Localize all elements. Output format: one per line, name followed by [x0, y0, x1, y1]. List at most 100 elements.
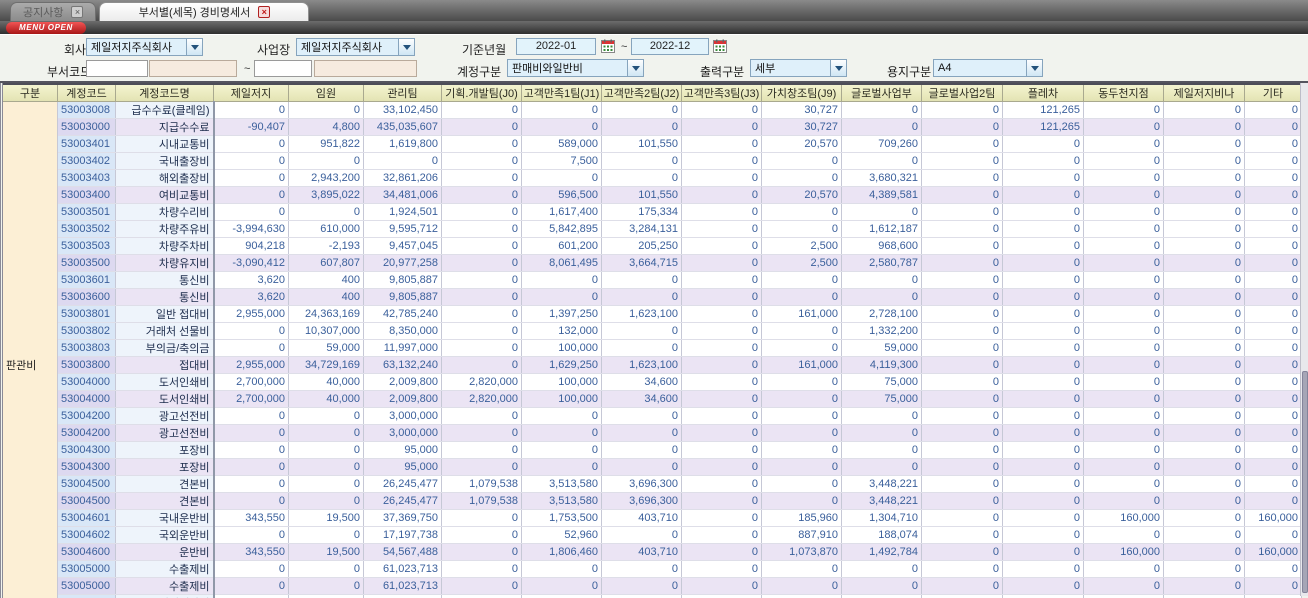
site-select[interactable]: 제일저지주식회사	[296, 38, 415, 56]
column-header[interactable]: 기획.개발팀(J0)	[441, 83, 522, 102]
account-row[interactable]: 53003402 국내출장비 0 0 0 0 7,500 0 0 0 0 0 0 0 0 0	[2, 152, 1302, 170]
amount-cell: 0	[213, 169, 289, 187]
column-header[interactable]: 동두천지점	[1083, 83, 1164, 102]
account-row[interactable]: 53003600 통신비 3,620 400 9,805,887 0 0 0 0 0 0 0 0 0 0 0	[2, 288, 1302, 306]
account-row[interactable]: 53003502 차량주유비 -3,994,630 610,000 9,595,712 0…	[2, 220, 1302, 238]
period-to-input[interactable]: 2022-12	[631, 38, 709, 55]
menu-open-button[interactable]: MENU OPEN	[6, 22, 86, 34]
vertical-scrollbar[interactable]	[1300, 83, 1308, 596]
column-header[interactable]: 관리팀	[363, 83, 442, 102]
column-header[interactable]: 임원	[288, 83, 364, 102]
account-row[interactable]: 53004200 광고선전비 0 0 3,000,000 0 0 0 0 0 0 0 0 0 0 0	[2, 424, 1302, 442]
column-header[interactable]: 계정코드	[57, 83, 116, 102]
chevron-down-icon[interactable]	[830, 60, 846, 76]
amount-cell: 0	[1163, 118, 1245, 136]
account-code-cell: 53003403	[57, 169, 116, 187]
account-row[interactable]: 53004000 도서인쇄비 2,700,000 40,000 2,009,800 2,8…	[2, 390, 1302, 408]
account-row[interactable]: 53004300 포장비 0 0 95,000 0 0 0 0 0 0 0 0 0 0 0	[2, 458, 1302, 476]
account-name-cell: 견본비	[115, 492, 215, 510]
calendar-icon[interactable]	[601, 39, 615, 53]
chevron-down-icon[interactable]	[1026, 60, 1042, 76]
column-header[interactable]: 글로벌사업부	[841, 83, 922, 102]
amount-cell: 0	[1244, 356, 1302, 374]
tab-close-icon[interactable]: ×	[258, 6, 271, 18]
scrollbar-thumb[interactable]	[1302, 371, 1308, 593]
amount-cell: 0	[1244, 407, 1302, 425]
account-row[interactable]: 53003000 지급수수료 -90,407 4,800 435,035,607 0 0 0 0…	[2, 118, 1302, 136]
amount-cell: 0	[681, 169, 762, 187]
amount-cell: 132,000	[521, 322, 602, 340]
amount-cell: 0	[1163, 441, 1245, 459]
column-header[interactable]: 글로벌사업2팀	[921, 83, 1003, 102]
chevron-down-icon[interactable]	[627, 60, 643, 76]
dept-code-input-to[interactable]	[254, 60, 312, 77]
account-row[interactable]: 53004500 견본비 0 0 26,245,477 1,079,538 3,513,58…	[2, 492, 1302, 510]
account-row[interactable]: 53004602 국외운반비 0 0 17,197,738 0 52,960 0 0 887,91…	[2, 526, 1302, 544]
tab-notice[interactable]: 공지사항 ×	[10, 2, 97, 21]
account-row[interactable]: 53003401 시내교통비 0 951,822 1,619,800 0 589,000 10…	[2, 135, 1302, 153]
account-row[interactable]: 53003403 해외출장비 0 2,943,200 32,861,206 0 0 0 0 0 3,…	[2, 169, 1302, 187]
account-row[interactable]: 53003803 부의금/축의금 0 59,000 11,997,000 0 100,000…	[2, 339, 1302, 357]
account-row[interactable]: 53003501 차량수리비 0 0 1,924,501 0 1,617,400 175,33…	[2, 203, 1302, 221]
account-row[interactable]: 53003500 차량유지비 -3,090,412 607,807 20,977,258…	[2, 254, 1302, 272]
column-header[interactable]: 가치창조팀(J9)	[761, 83, 842, 102]
amount-cell: 0	[601, 441, 682, 459]
paper-size-select[interactable]: A4	[933, 59, 1043, 77]
column-header[interactable]: 제일저지비나	[1163, 83, 1245, 102]
amount-cell: 0	[761, 373, 842, 391]
calendar-icon[interactable]	[713, 39, 727, 53]
account-type-select[interactable]: 판매비와일반비	[507, 59, 644, 77]
column-header[interactable]: 제일저지	[213, 83, 289, 102]
amount-cell: 160,000	[1244, 509, 1302, 527]
amount-cell: 0	[1163, 526, 1245, 544]
account-row[interactable]: 53003503 차량주차비 904,218 -2,193 9,457,045 0 601,…	[2, 237, 1302, 255]
amount-cell: 0	[1244, 577, 1302, 595]
period-from-input[interactable]: 2022-01	[516, 38, 596, 55]
account-code-cell: 53003601	[57, 271, 116, 289]
account-row[interactable]: 53003601 통신비 3,620 400 9,805,887 0 0 0 0 0 0 0 0 0 0 0	[2, 271, 1302, 289]
account-row[interactable]: 53004000 도서인쇄비 2,700,000 40,000 2,009,800 2,8…	[2, 373, 1302, 391]
account-row[interactable]: 53004500 견본비 0 0 26,245,477 1,079,538 3,513,58…	[2, 475, 1302, 493]
amount-cell: 61,023,713	[363, 560, 442, 578]
account-name-cell: 운반비	[115, 543, 215, 561]
amount-cell: 0	[1002, 339, 1084, 357]
amount-cell: 0	[1083, 254, 1164, 272]
account-row[interactable]: 53004600 운반비 343,550 19,500 54,567,488 0 1,806…	[2, 543, 1302, 561]
amount-cell: 0	[761, 322, 842, 340]
account-name-cell: 도서인쇄비	[115, 390, 215, 408]
column-header[interactable]: 고객만족1팀(J1)	[521, 83, 602, 102]
column-header[interactable]: 고객만족3팀(J3)	[681, 83, 762, 102]
dept-code-input-from[interactable]	[86, 60, 148, 77]
amount-cell: 0	[441, 526, 522, 544]
tab-expense-report[interactable]: 부서별(세목) 경비명세서 ×	[99, 2, 310, 21]
amount-cell: 0	[921, 373, 1003, 391]
tab-close-icon[interactable]: ×	[71, 6, 84, 18]
account-row[interactable]: 53003800 접대비 2,955,000 34,729,169 63,132,240…	[2, 356, 1302, 374]
amount-cell: 0	[288, 441, 364, 459]
account-row[interactable]: 53003802 거래처 선물비 0 10,307,000 8,350,000 0 132,…	[2, 322, 1302, 340]
column-header[interactable]: 고객만족2팀(J2)	[601, 83, 682, 102]
column-header[interactable]: 플레차	[1002, 83, 1084, 102]
company-select[interactable]: 제일저지주식회사	[86, 38, 203, 56]
account-row[interactable]: 53003801 일반 접대비 2,955,000 24,363,169 42,785,…	[2, 305, 1302, 323]
amount-cell: 0	[1244, 135, 1302, 153]
account-row[interactable]: 53004601 국내운반비 343,550 19,500 37,369,750 0 1,7…	[2, 509, 1302, 527]
column-header[interactable]: 기타	[1244, 83, 1302, 102]
account-row[interactable]: 53003400 여비교통비 0 3,895,022 34,481,006 0 596,50…	[2, 186, 1302, 204]
amount-cell: 3,620	[213, 288, 289, 306]
account-row[interactable]: 53004200 광고선전비 0 0 3,000,000 0 0 0 0 0 0 0 0 0 0 0	[2, 407, 1302, 425]
amount-cell: 0	[1244, 305, 1302, 323]
amount-cell: 3,000,000	[363, 407, 442, 425]
amount-cell: 0	[1002, 254, 1084, 272]
output-type-select[interactable]: 세부	[750, 59, 847, 77]
amount-cell: 0	[288, 526, 364, 544]
column-header[interactable]: 구분	[1, 83, 58, 102]
column-header[interactable]: 계정코드명	[115, 83, 214, 102]
account-row[interactable]: 53005602인력개발비002,400,00000000000000	[2, 594, 1302, 598]
chevron-down-icon[interactable]	[398, 39, 414, 55]
chevron-down-icon[interactable]	[186, 39, 202, 55]
account-row[interactable]: 53005000 수출제비 0 0 61,023,713 0 0 0 0 0 0 0 0 0 0 0	[2, 560, 1302, 578]
account-row[interactable]: 53004300 포장비 0 0 95,000 0 0 0 0 0 0 0 0 0 0 0	[2, 441, 1302, 459]
account-row[interactable]: 53005000 수출제비 0 0 61,023,713 0 0 0 0 0 0 0 0 0 0 0	[2, 577, 1302, 595]
account-row[interactable]: 판관비 53003008 급수수료(클레임) 0 0 33,102,450 0 0 0 0 30,7…	[1, 101, 1302, 598]
